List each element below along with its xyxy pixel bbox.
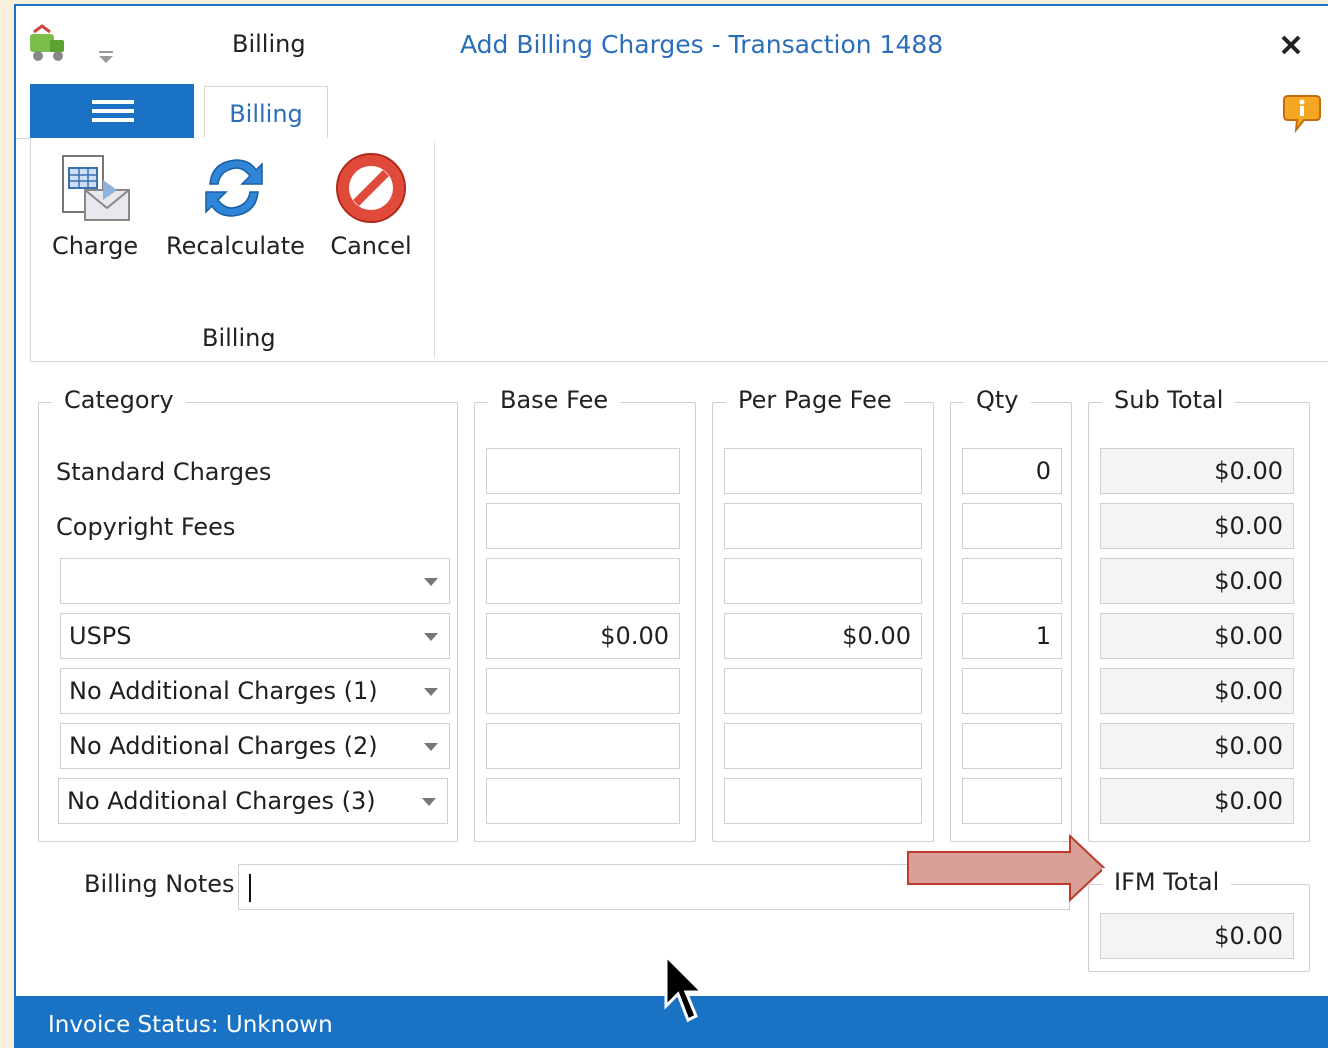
category-combo[interactable]: No Additional Charges (1) xyxy=(60,668,450,714)
close-button[interactable] xyxy=(1278,32,1304,58)
base-fee-header: Base Fee xyxy=(488,386,621,414)
per-page-fee-header: Per Page Fee xyxy=(726,386,904,414)
info-icon[interactable] xyxy=(1282,92,1322,134)
row-label-standard-charges: Standard Charges xyxy=(56,458,272,486)
base-fee-input[interactable] xyxy=(486,778,680,824)
category-header: Category xyxy=(52,386,186,414)
tab-billing[interactable]: Billing xyxy=(204,86,328,140)
per-page-fee-input[interactable] xyxy=(724,778,922,824)
invoice-envelope-icon xyxy=(62,155,130,221)
sub-total-field: $0.00 xyxy=(1100,448,1294,494)
ifm-total-field: $0.00 xyxy=(1100,913,1294,959)
category-combo[interactable]: No Additional Charges (3) xyxy=(58,778,448,824)
text-caret xyxy=(249,874,251,902)
sub-total-header: Sub Total xyxy=(1102,386,1236,414)
chevron-down-icon xyxy=(424,578,438,586)
chevron-down-icon xyxy=(424,688,438,696)
charge-label: Charge xyxy=(52,232,139,260)
cancel-prohibited-icon xyxy=(336,153,406,223)
add-billing-charges-window: Billing Add Billing Charges - Transactio… xyxy=(14,4,1328,1048)
hamburger-icon xyxy=(92,100,134,104)
chevron-down-icon xyxy=(424,743,438,751)
chevron-down-icon xyxy=(424,633,438,641)
per-page-fee-input[interactable] xyxy=(724,503,922,549)
per-page-fee-input[interactable]: $0.00 xyxy=(724,613,922,659)
base-fee-input[interactable] xyxy=(486,558,680,604)
callout-arrow-icon xyxy=(906,833,1106,903)
category-combo-value: USPS xyxy=(69,622,132,650)
category-combo[interactable]: USPS xyxy=(60,613,450,659)
qty-input[interactable] xyxy=(962,503,1062,549)
application-menu-button[interactable] xyxy=(30,84,194,138)
qty-input[interactable] xyxy=(962,558,1062,604)
qty-input[interactable]: 0 xyxy=(962,448,1062,494)
category-combo-value: No Additional Charges (3) xyxy=(67,787,376,815)
ribbon-group-separator xyxy=(434,142,435,358)
qty-header: Qty xyxy=(964,386,1031,414)
sub-total-field: $0.00 xyxy=(1100,558,1294,604)
invoice-status-text: Invoice Status: Unknown xyxy=(48,1012,333,1038)
base-fee-input[interactable] xyxy=(486,723,680,769)
qty-input[interactable]: 1 xyxy=(962,613,1062,659)
sub-total-field: $0.00 xyxy=(1100,723,1294,769)
per-page-fee-input[interactable] xyxy=(724,558,922,604)
recalculate-label: Recalculate xyxy=(166,232,305,260)
chevron-down-icon xyxy=(422,798,436,806)
recalculate-button[interactable]: Recalculate xyxy=(166,150,305,260)
category-combo-value: No Additional Charges (2) xyxy=(69,732,378,760)
qty-input[interactable] xyxy=(962,723,1062,769)
cancel-button[interactable]: Cancel xyxy=(326,150,416,260)
sub-total-field: $0.00 xyxy=(1100,503,1294,549)
refresh-arrows-icon xyxy=(205,159,263,217)
charge-button[interactable]: Charge xyxy=(52,150,138,260)
category-combo[interactable]: No Additional Charges (2) xyxy=(60,723,450,769)
quick-access-dropdown-icon[interactable] xyxy=(96,42,116,63)
base-fee-input[interactable] xyxy=(486,503,680,549)
base-fee-input[interactable] xyxy=(486,448,680,494)
category-combo-value: No Additional Charges (1) xyxy=(69,677,378,705)
sub-total-field: $0.00 xyxy=(1100,613,1294,659)
sub-total-field: $0.00 xyxy=(1100,668,1294,714)
title-tab-label: Billing xyxy=(232,30,306,58)
per-page-fee-input[interactable] xyxy=(724,723,922,769)
base-fee-input[interactable] xyxy=(486,668,680,714)
per-page-fee-input[interactable] xyxy=(724,448,922,494)
mouse-pointer-icon xyxy=(662,952,706,1026)
base-fee-input[interactable]: $0.00 xyxy=(486,613,680,659)
qty-input[interactable] xyxy=(962,668,1062,714)
cancel-label: Cancel xyxy=(330,232,412,260)
category-combo[interactable] xyxy=(60,558,450,604)
billing-notes-label: Billing Notes xyxy=(84,870,235,898)
window-title: Add Billing Charges - Transaction 1488 xyxy=(460,30,944,59)
per-page-fee-input[interactable] xyxy=(724,668,922,714)
ifm-total-label: IFM Total xyxy=(1102,868,1232,896)
close-icon xyxy=(1281,35,1301,55)
ribbon-group-label: Billing xyxy=(202,324,276,352)
app-truck-icon[interactable] xyxy=(28,24,68,68)
row-label-copyright-fees: Copyright Fees xyxy=(56,513,236,541)
sub-total-field: $0.00 xyxy=(1100,778,1294,824)
qty-input[interactable] xyxy=(962,778,1062,824)
